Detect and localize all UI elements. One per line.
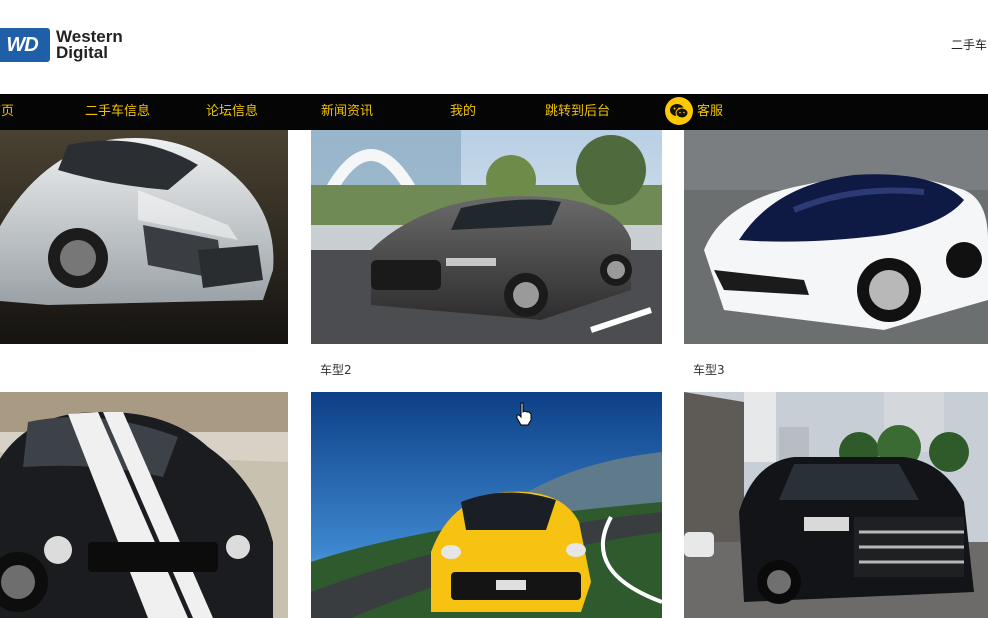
- logo-text: Western Digital: [56, 28, 123, 62]
- nav-item-home[interactable]: 首页: [0, 94, 14, 130]
- car-caption: 车型3: [693, 363, 725, 377]
- logo-badge: WD: [0, 28, 50, 62]
- western-digital-logo[interactable]: WD Western Digital: [0, 26, 123, 64]
- nav-item-customer-service[interactable]: 客服: [697, 94, 723, 130]
- nav-item-used-car-info[interactable]: 二手车信息: [85, 94, 150, 130]
- car-image-yellow-sports-car: [311, 392, 662, 618]
- car-image-silver-supercar: [0, 130, 288, 344]
- nav-item-news[interactable]: 新闻资讯: [321, 94, 373, 130]
- car-card-3[interactable]: 车型3: [684, 130, 988, 380]
- car-card-2[interactable]: 车型2: [311, 130, 662, 380]
- site-header: WD Western Digital 二手车: [0, 0, 988, 94]
- car-image-black-muscle-car: [0, 392, 288, 618]
- nav-item-mine[interactable]: 我的: [450, 94, 476, 130]
- car-caption: 车型2: [320, 363, 352, 377]
- nav-item-forum[interactable]: 论坛信息: [206, 94, 258, 130]
- car-card-4[interactable]: [0, 392, 288, 618]
- car-image-grey-sedan: [311, 130, 662, 344]
- car-card-6[interactable]: [684, 392, 988, 618]
- wechat-icon[interactable]: [665, 97, 693, 125]
- page: WD Western Digital 二手车 首页 二手车信息 论坛信息 新闻资…: [0, 0, 988, 618]
- hand-cursor-icon: [515, 402, 533, 426]
- car-image-black-suv: [684, 392, 988, 618]
- main-nav: 首页 二手车信息 论坛信息 新闻资讯 我的 跳转到后台 客服: [0, 94, 988, 130]
- car-image-white-concept-car: [684, 130, 988, 344]
- header-used-car-link[interactable]: 二手车: [951, 36, 987, 53]
- logo-line-2: Digital: [56, 43, 108, 62]
- nav-item-admin[interactable]: 跳转到后台: [545, 94, 610, 130]
- car-card-5[interactable]: [311, 392, 662, 618]
- car-card-1[interactable]: [0, 130, 288, 370]
